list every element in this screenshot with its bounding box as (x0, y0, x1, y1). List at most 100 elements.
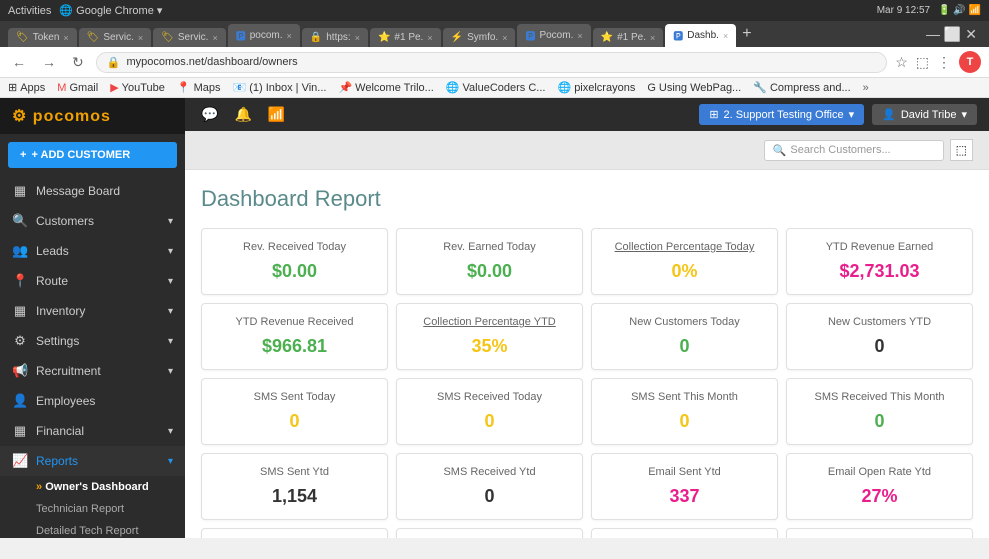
sidebar: ⚙ pocomos + + ADD CUSTOMER ▦ Message Boa… (0, 98, 185, 538)
bookmark-star[interactable]: ☆ (895, 54, 908, 71)
metric-value: 337 (604, 486, 765, 507)
sidebar-item-message-board[interactable]: ▦ Message Board (0, 176, 185, 206)
metric-card: SMS Sent This Month 0 (591, 378, 778, 445)
bookmark-pixelcrayons[interactable]: 🌐 pixelcrayons (557, 81, 635, 94)
bookmark-trilo[interactable]: 📌 Welcome Trilo... (338, 81, 433, 94)
expand-button[interactable]: ⬚ (950, 139, 973, 161)
window-controls: — ⬜ ✕ (922, 22, 981, 47)
back-button[interactable]: ← (8, 52, 30, 72)
forward-button[interactable]: → (38, 52, 60, 72)
metric-label[interactable]: Collection Percentage YTD (409, 316, 570, 328)
office-selector[interactable]: ⊞ 2. Support Testing Office ▾ (699, 104, 864, 125)
metric-card: New Customers Today0 (591, 303, 778, 370)
metric-label: SMS Received This Month (799, 391, 960, 403)
metric-card: Jobs Completed % Today0% (396, 528, 583, 538)
metric-value: $966.81 (214, 336, 375, 357)
bookmark-compress[interactable]: 🔧 Compress and... (753, 81, 850, 94)
sidebar-item-employees[interactable]: 👤 Employees (0, 386, 185, 416)
metric-label: SMS Sent This Month (604, 391, 765, 403)
bookmark-youtube[interactable]: ▶ YouTube (110, 81, 165, 94)
app-container: ⚙ pocomos + + ADD CUSTOMER ▦ Message Boa… (0, 98, 989, 538)
settings-icon: ⚙ (12, 333, 28, 349)
metric-card: SMS Received This Month0 (786, 378, 973, 445)
settings-arrow: ▾ (168, 336, 173, 347)
metric-label: SMS Sent Today (214, 391, 375, 403)
sub-nav-owners-dashboard[interactable]: Owner's Dashboard (0, 476, 185, 498)
metric-card: SMS Received Today0 (396, 378, 583, 445)
metric-value: 1,154 (214, 486, 375, 507)
sub-nav-detailed-tech-report[interactable]: Detailed Tech Report (0, 520, 185, 538)
browser-name: 🌐 Google Chrome ▾ (59, 4, 162, 17)
metric-value: $2,731.03 (799, 261, 960, 282)
g-icon: G (647, 82, 656, 94)
customers-arrow: ▾ (168, 216, 173, 227)
bookmarks-more[interactable]: » (863, 82, 869, 94)
leads-icon: 👥 (12, 243, 28, 259)
sidebar-item-settings[interactable]: ⚙ Settings ▾ (0, 326, 185, 356)
sidebar-item-leads[interactable]: 👥 Leads ▾ (0, 236, 185, 266)
notification-icon[interactable]: 🔔 (230, 104, 255, 125)
inventory-arrow: ▾ (168, 306, 173, 317)
tab-5[interactable]: 🔒 https: × (302, 28, 368, 47)
route-icon: 📍 (12, 273, 28, 289)
sidebar-item-inventory[interactable]: ▦ Inventory ▾ (0, 296, 185, 326)
browser-window: Activities 🌐 Google Chrome ▾ Mar 9 12:57… (0, 0, 989, 98)
add-customer-button[interactable]: + + ADD CUSTOMER (8, 142, 177, 168)
user-selector[interactable]: 👤 David Tribe ▾ (872, 104, 977, 125)
youtube-icon: ▶ (110, 81, 118, 94)
metric-value: 0% (604, 261, 765, 282)
search-box[interactable]: 🔍 Search Customers... (764, 140, 944, 161)
financial-arrow: ▾ (168, 426, 173, 437)
system-icons: 🔋 🔊 📶 (938, 5, 981, 16)
url-box[interactable]: 🔒 mypocomos.net/dashboard/owners (96, 52, 887, 73)
metric-card: YTD Revenue Earned$2,731.03 (786, 228, 973, 295)
trilo-icon: 📌 (338, 81, 352, 94)
sidebar-item-recruitment[interactable]: 📢 Recruitment ▾ (0, 356, 185, 386)
user-avatar[interactable]: T (959, 51, 981, 73)
content-area: Dashboard Report Rev. Received Today$0.0… (185, 170, 989, 538)
bookmark-inbox[interactable]: 📧 (1) Inbox | Vin... (233, 81, 327, 94)
tab-2[interactable]: 🏷 Servic. × (79, 28, 152, 47)
metric-label: SMS Received Ytd (409, 466, 570, 478)
tab-9[interactable]: ⭐ #1 Pe. × (593, 28, 664, 47)
tab-3[interactable]: 🏷 Servic. × (153, 28, 226, 47)
tab-8[interactable]: 🅿 Pocom. × (517, 24, 590, 47)
metric-value: 0 (409, 411, 570, 432)
sidebar-item-customers[interactable]: 🔍 Customers ▾ (0, 206, 185, 236)
dashboard-content: Dashboard Report Rev. Received Today$0.0… (185, 170, 989, 538)
reload-button[interactable]: ↻ (68, 52, 88, 73)
office-dropdown-arrow: ▾ (849, 108, 855, 121)
tab-6[interactable]: ⭐ #1 Pe. × (370, 28, 441, 47)
sidebar-item-financial[interactable]: ▦ Financial ▾ (0, 416, 185, 446)
bookmark-webpag[interactable]: G Using WebPag... (647, 82, 741, 94)
metric-label: SMS Sent Ytd (214, 466, 375, 478)
metric-label: Rev. Received Today (214, 241, 375, 253)
sidebar-item-reports[interactable]: 📈 Reports ▾ (0, 446, 185, 476)
tab-7[interactable]: ⚡ Symfo. × (443, 28, 516, 47)
bookmark-apps[interactable]: ⊞ Apps (8, 81, 45, 94)
bookmark-valuecoders[interactable]: 🌐 ValueCoders C... (446, 81, 546, 94)
metric-value: 0 (799, 336, 960, 357)
new-tab-button[interactable]: + (738, 21, 755, 47)
metric-value: $0.00 (214, 261, 375, 282)
more-menu[interactable]: ⋮ (937, 54, 951, 71)
metric-card: Collection Percentage Today 0% (591, 228, 778, 295)
bookmark-gmail[interactable]: M Gmail (57, 82, 98, 94)
sidebar-item-route[interactable]: 📍 Route ▾ (0, 266, 185, 296)
tab-10-dashboard[interactable]: 🅿 Dashb. × (665, 24, 736, 47)
bookmark-maps[interactable]: 📍 Maps (177, 81, 221, 94)
wifi-icon[interactable]: 📶 (264, 104, 289, 125)
content-header: 🔍 Search Customers... ⬚ (185, 131, 989, 170)
tab-cast[interactable]: ⬚ (916, 54, 929, 71)
tab-1[interactable]: 🏷 Token × (8, 28, 77, 47)
metric-value: 0 (604, 411, 765, 432)
metrics-grid: Rev. Received Today$0.00Rev. Earned Toda… (201, 228, 973, 538)
search-icon: 🔍 (773, 144, 787, 157)
tab-4[interactable]: 🅿 pocom. × (228, 24, 300, 47)
logo-icon: ⚙ (12, 108, 33, 125)
chat-icon[interactable]: 💬 (197, 104, 222, 125)
vc-icon: 🌐 (446, 81, 460, 94)
metric-label[interactable]: Collection Percentage Today (604, 241, 765, 253)
metric-value: 0 (409, 486, 570, 507)
sub-nav-technician-report[interactable]: Technician Report (0, 498, 185, 520)
